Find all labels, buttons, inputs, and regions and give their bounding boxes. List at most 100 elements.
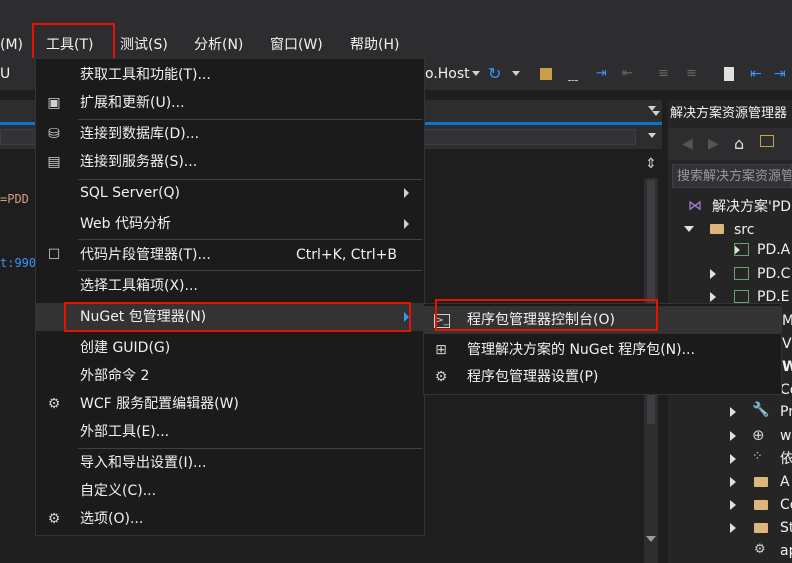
expand-arrow-icon[interactable] (684, 226, 694, 232)
tools-menu: 获取工具和功能(T)... ▣ 扩展和更新(U)... ⛁ 连接到数据库(D).… (35, 58, 425, 536)
csharp-project-icon (734, 290, 749, 303)
bookmark-icon[interactable] (724, 67, 734, 81)
code-line: t:990 (0, 256, 37, 270)
menu-item-options[interactable]: ⚙ 选项(O)... (36, 505, 424, 533)
run-target-dropdown[interactable]: o.Host (425, 58, 470, 90)
menu-item-choose-toolbox[interactable]: 选择工具箱项(X)... (36, 272, 424, 300)
forward-icon[interactable]: ▶ (708, 136, 719, 152)
back-icon[interactable]: ◀ (682, 136, 693, 152)
menu-item-connect-database[interactable]: ⛁ 连接到数据库(D)... (36, 120, 424, 148)
snippet-icon: ☐ (47, 247, 61, 263)
outdent-icon[interactable]: ⇤ (622, 66, 638, 82)
menu-item-import-export[interactable]: 导入和导出设置(I)... (36, 449, 424, 477)
menu-item-sql-server[interactable]: SQL Server(Q) (36, 179, 424, 207)
collapse-arrow-icon[interactable] (730, 500, 736, 510)
chevron-down-icon[interactable] (652, 111, 660, 116)
package-icon: ⊞ (435, 342, 447, 358)
solution-search-input[interactable]: 搜索解决方案资源管理器 (672, 164, 792, 188)
tree-item-folder[interactable]: A (780, 471, 792, 493)
extensions-icon: ▣ (47, 95, 61, 111)
tree-item-solution[interactable]: 解决方案'PDD (712, 196, 792, 218)
shortcut-text: Ctrl+K, Ctrl+B (296, 247, 397, 263)
tree-item-project[interactable]: PD.A (757, 239, 792, 261)
title-bar (0, 0, 792, 32)
wrench-icon: 🔧 (752, 402, 770, 418)
gear-icon: ⚙ (434, 369, 448, 385)
gear-icon: ⚙ (47, 511, 61, 527)
menu-separator (78, 270, 422, 271)
menu-item-external-command[interactable]: 外部命令 2 (36, 362, 424, 390)
tree-item-project[interactable]: PD.C (757, 263, 792, 285)
folder-icon (754, 477, 768, 487)
csharp-project-icon (734, 267, 749, 280)
globe-icon: ⊕ (752, 426, 765, 444)
folder-icon (754, 500, 768, 510)
highlight-package-console (435, 299, 658, 331)
tree-item[interactable]: M (782, 310, 792, 332)
chevron-down-icon[interactable] (512, 71, 520, 76)
find-in-files-icon[interactable] (540, 68, 552, 80)
collapse-arrow-icon[interactable] (730, 477, 736, 487)
submenu-arrow-icon (404, 219, 409, 229)
chevron-down-icon[interactable] (648, 133, 656, 138)
menu-window[interactable]: 窗口(W) (270, 32, 323, 58)
submenu-arrow-icon (404, 188, 409, 198)
solution-icon: ⋈ (688, 198, 702, 214)
tree-item-folder[interactable]: Co (780, 494, 792, 516)
dependencies-icon: ⁘ (752, 449, 763, 464)
refresh-icon[interactable]: ↻ (488, 66, 504, 82)
toolbar-config-fragment[interactable]: U (0, 58, 10, 90)
folder-icon (710, 224, 724, 234)
uncomment-icon[interactable]: ≡ (686, 66, 702, 82)
indent-icon[interactable]: ⇥ (596, 66, 612, 82)
menu-help[interactable]: 帮助(H) (350, 32, 399, 58)
tree-item-src[interactable]: src (734, 219, 792, 241)
menu-analyze[interactable]: 分析(N) (194, 32, 243, 58)
tree-item-properties[interactable]: Pr (780, 401, 792, 423)
menu-item-code-snippets[interactable]: ☐ 代码片段管理器(T)... Ctrl+K, Ctrl+B (36, 241, 424, 269)
collapse-arrow-icon[interactable] (730, 454, 736, 464)
tree-item-wwwroot[interactable]: w (780, 425, 792, 447)
menu-item-external-tools[interactable]: 外部工具(E)... (36, 418, 424, 446)
format-icon[interactable] (568, 70, 578, 81)
split-icon[interactable]: ⇕ (640, 154, 662, 174)
wcf-config-icon: ⚙ (47, 396, 61, 412)
collapse-arrow-icon[interactable] (710, 292, 716, 302)
menu-item-get-tools[interactable]: 获取工具和功能(T)... (36, 61, 424, 89)
highlight-tools-menu (32, 23, 115, 60)
chevron-down-icon[interactable] (472, 71, 480, 76)
scroll-down-icon[interactable] (646, 536, 656, 542)
menu-item-wcf-editor[interactable]: ⚙ WCF 服务配置编辑器(W) (36, 390, 424, 418)
database-connect-icon: ⛁ (48, 126, 60, 142)
code-line: =PDD (0, 192, 29, 206)
menu-item-create-guid[interactable]: 创建 GUID(G) (36, 334, 424, 362)
comment-icon[interactable]: ≡ (658, 66, 674, 82)
settings-file-icon: ⚙ (754, 542, 766, 557)
tree-item-file[interactable]: ap (780, 540, 792, 562)
collapse-arrow-icon[interactable] (730, 431, 736, 441)
tree-item[interactable]: V (782, 333, 792, 355)
server-connect-icon: ▤ (47, 154, 61, 170)
menu-test[interactable]: 测试(S) (120, 32, 168, 58)
tree-item-dependencies[interactable]: 依 (780, 448, 792, 470)
highlight-nuget-item (64, 302, 411, 332)
menu-bar: (M) 工具(T) 测试(S) 分析(N) 窗口(W) 帮助(H) (0, 32, 792, 58)
collapse-arrow-icon[interactable] (730, 407, 736, 417)
folder-icon (754, 523, 768, 533)
tree-item[interactable]: W (782, 356, 792, 378)
tree-item-folder[interactable]: St (780, 517, 792, 539)
next-bookmark-icon[interactable]: ⇥ (774, 66, 790, 82)
menu-separator (78, 239, 422, 240)
menu-item-web-code-analysis[interactable]: Web 代码分析 (36, 210, 424, 238)
collapse-arrow-icon[interactable] (730, 523, 736, 533)
switch-views-icon[interactable] (760, 135, 774, 147)
menu-item-customize[interactable]: 自定义(C)... (36, 477, 424, 505)
menu-item-connect-server[interactable]: ▤ 连接到服务器(S)... (36, 148, 424, 176)
menu-item-extensions[interactable]: ▣ 扩展和更新(U)... (36, 89, 424, 117)
home-icon[interactable]: ⌂ (734, 134, 744, 153)
prev-bookmark-icon[interactable]: ⇤ (750, 66, 766, 82)
submenu-item-manage-packages[interactable]: ⊞ 管理解决方案的 NuGet 程序包(N)... (424, 336, 781, 364)
menu-item-m[interactable]: (M) (0, 32, 23, 58)
collapse-arrow-icon[interactable] (710, 269, 716, 279)
submenu-item-package-settings[interactable]: ⚙ 程序包管理器设置(P) (424, 363, 781, 391)
